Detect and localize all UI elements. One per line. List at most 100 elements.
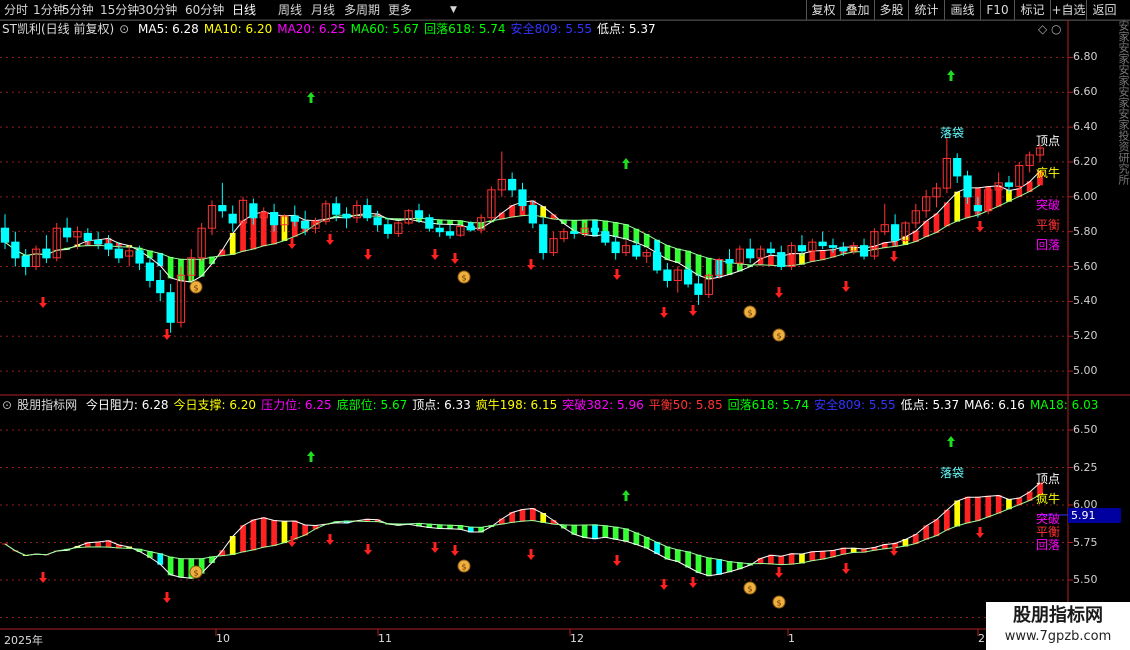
main_header-item: 安全809: 5.55 — [510, 22, 593, 36]
watermark-name: 股朋指标网 — [1013, 605, 1103, 626]
toolbar-button-1[interactable]: 叠加 — [840, 0, 874, 20]
candle-body — [652, 252, 662, 271]
candle-body — [508, 178, 517, 191]
period-tab-4[interactable]: 30分钟 — [138, 2, 177, 18]
toolbar-button-3[interactable]: 统计 — [908, 0, 944, 20]
indicator-price-box: 5.91 — [1068, 508, 1121, 523]
candle-body — [818, 241, 827, 247]
date-tick-label: 10 — [216, 632, 230, 645]
buy-arrow-icon — [249, 532, 257, 543]
candle-body — [425, 217, 434, 229]
chevron-down-icon[interactable]: ⊙ — [119, 22, 129, 36]
buy-arrow-icon — [364, 249, 372, 260]
main-chart-title[interactable]: ST凯利(日线 前复权) — [2, 22, 114, 36]
toolbar-button-0[interactable]: 复权 — [806, 0, 840, 20]
candle-body — [715, 259, 724, 276]
money-bag-symbol: $ — [461, 563, 466, 572]
indicator_header-item: 今日阻力: 6.28 — [85, 398, 169, 412]
indicator_header-item: MA18: 6.03 — [1029, 398, 1099, 412]
toolbar-button-7[interactable]: +自选 — [1050, 0, 1086, 20]
price-tick-label: 5.40 — [1073, 294, 1098, 308]
candle-body — [953, 157, 962, 177]
indicator-tick-label: 6.25 — [1073, 460, 1098, 474]
tupo-label: 突破 — [1036, 198, 1061, 212]
indicator_header-item: MA6: 6.16 — [964, 398, 1025, 412]
candle-body — [549, 238, 558, 254]
toolbar-button-4[interactable]: 画线 — [944, 0, 980, 20]
indicator-tick-label: 5.75 — [1073, 535, 1098, 549]
ind-fast-line — [4, 482, 1041, 579]
candle-body — [269, 212, 279, 226]
indicator_header-item: 安全809: 5.55 — [814, 398, 896, 412]
candle-body — [404, 210, 413, 224]
candle-body — [539, 224, 548, 254]
buy-arrow-icon — [660, 307, 668, 318]
candle-body — [166, 292, 175, 323]
candle-body — [62, 227, 72, 238]
indicator_header-item: 突破382: 5.96 — [562, 398, 644, 412]
buy-arrow-icon — [660, 579, 668, 590]
price-chart-svg[interactable]: $ $ $ $ $ $ $ $ — [0, 0, 1130, 650]
indicator-title[interactable]: 股朋指标网 — [17, 398, 77, 412]
money-bag-icon — [743, 305, 757, 319]
buy-arrow-icon — [527, 549, 535, 560]
buy-arrow-icon — [613, 269, 621, 280]
period-tab-5[interactable]: 60分钟 — [185, 2, 224, 18]
toolbar-button-5[interactable]: F10 — [980, 0, 1014, 20]
toolbar-button-2[interactable]: 多股 — [874, 0, 908, 20]
indicator_header-item: 压力位: 6.25 — [261, 398, 332, 412]
candle-body — [1025, 154, 1034, 166]
candle-body — [259, 212, 268, 219]
period-tab-3[interactable]: 15分钟 — [100, 2, 139, 18]
side-strip-text: 安家安家安家安家安家投资研究所 — [1117, 20, 1130, 185]
candle-body — [373, 217, 382, 226]
period-tab-10[interactable]: 更多 — [388, 2, 412, 18]
money-bag-symbol: $ — [193, 569, 198, 578]
main_header-item: 低点: 5.37 — [597, 22, 656, 36]
period-tab-6[interactable]: 日线 — [232, 2, 256, 18]
more-dropdown-icon[interactable]: ▼ — [450, 2, 457, 18]
candle-body — [11, 241, 20, 259]
buy-arrow-icon — [890, 545, 898, 556]
candle-body — [518, 189, 527, 207]
money-bag-icon — [189, 565, 203, 579]
buy-arrow-icon — [451, 545, 459, 556]
indicator-legend: 今日阻力: 6.28 今日支撑: 6.20 压力位: 6.25 底部位: 5.67 顶点… — [86, 398, 1103, 412]
candle-body — [187, 257, 196, 276]
candle-body — [156, 279, 165, 294]
period-tab-1[interactable]: 1分钟 — [33, 2, 65, 18]
price-tick-label: 5.20 — [1073, 329, 1098, 343]
period-tab-2[interactable]: 5分钟 — [62, 2, 94, 18]
chevron-down-icon[interactable]: ⊙ — [2, 398, 12, 412]
candle-body — [890, 224, 900, 241]
candle-body — [528, 205, 537, 224]
candle-body — [301, 220, 310, 229]
buy-arrow-icon — [775, 567, 783, 578]
candle-body — [973, 205, 983, 212]
period-tab-9[interactable]: 多周期 — [344, 2, 380, 18]
candle-body — [590, 227, 600, 233]
candle-body — [808, 241, 817, 252]
candle-body — [487, 189, 496, 219]
expand-icon[interactable]: ◇ ○ — [1038, 21, 1062, 37]
period-tab-7[interactable]: 周线 — [278, 2, 302, 18]
candle-body — [445, 231, 455, 236]
candle-body — [632, 245, 641, 257]
main_header-item: MA60: 5.67 — [350, 22, 420, 36]
buy-arrow-icon — [364, 544, 372, 555]
candle-body — [145, 262, 155, 281]
period-tab-0[interactable]: 分时 — [4, 2, 28, 18]
candle-body — [663, 269, 672, 281]
fengniu-label: 疯牛 — [1036, 166, 1061, 180]
toolbar-button-8[interactable]: 返回 — [1086, 0, 1122, 20]
candle-body — [839, 246, 848, 252]
period-tab-8[interactable]: 月线 — [311, 2, 335, 18]
candle-body — [94, 239, 103, 245]
buy-arrow-icon — [326, 234, 334, 245]
candle-body — [383, 224, 393, 234]
dingdian-label: 顶点 — [1036, 134, 1061, 148]
indicator_header-item: 底部位: 5.67 — [336, 398, 408, 412]
sell-arrow-icon — [622, 490, 630, 501]
candle-body — [694, 283, 703, 295]
toolbar-button-6[interactable]: 标记 — [1014, 0, 1050, 20]
